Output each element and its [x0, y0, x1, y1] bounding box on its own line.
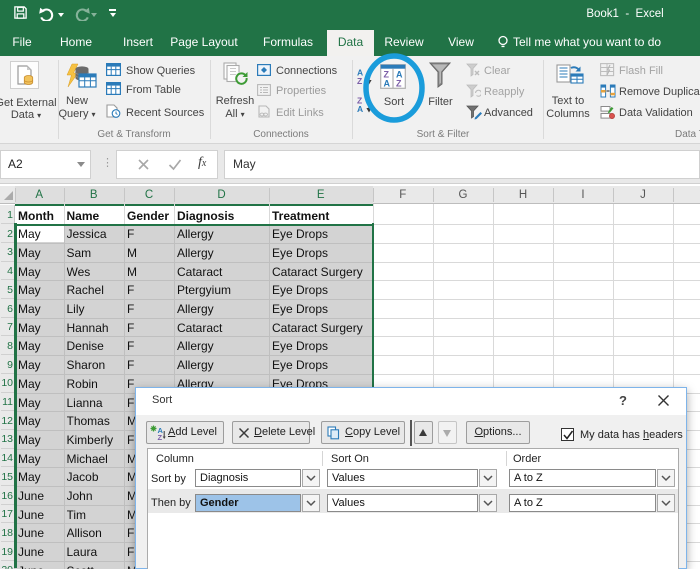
svg-text:Z: Z: [158, 433, 163, 440]
